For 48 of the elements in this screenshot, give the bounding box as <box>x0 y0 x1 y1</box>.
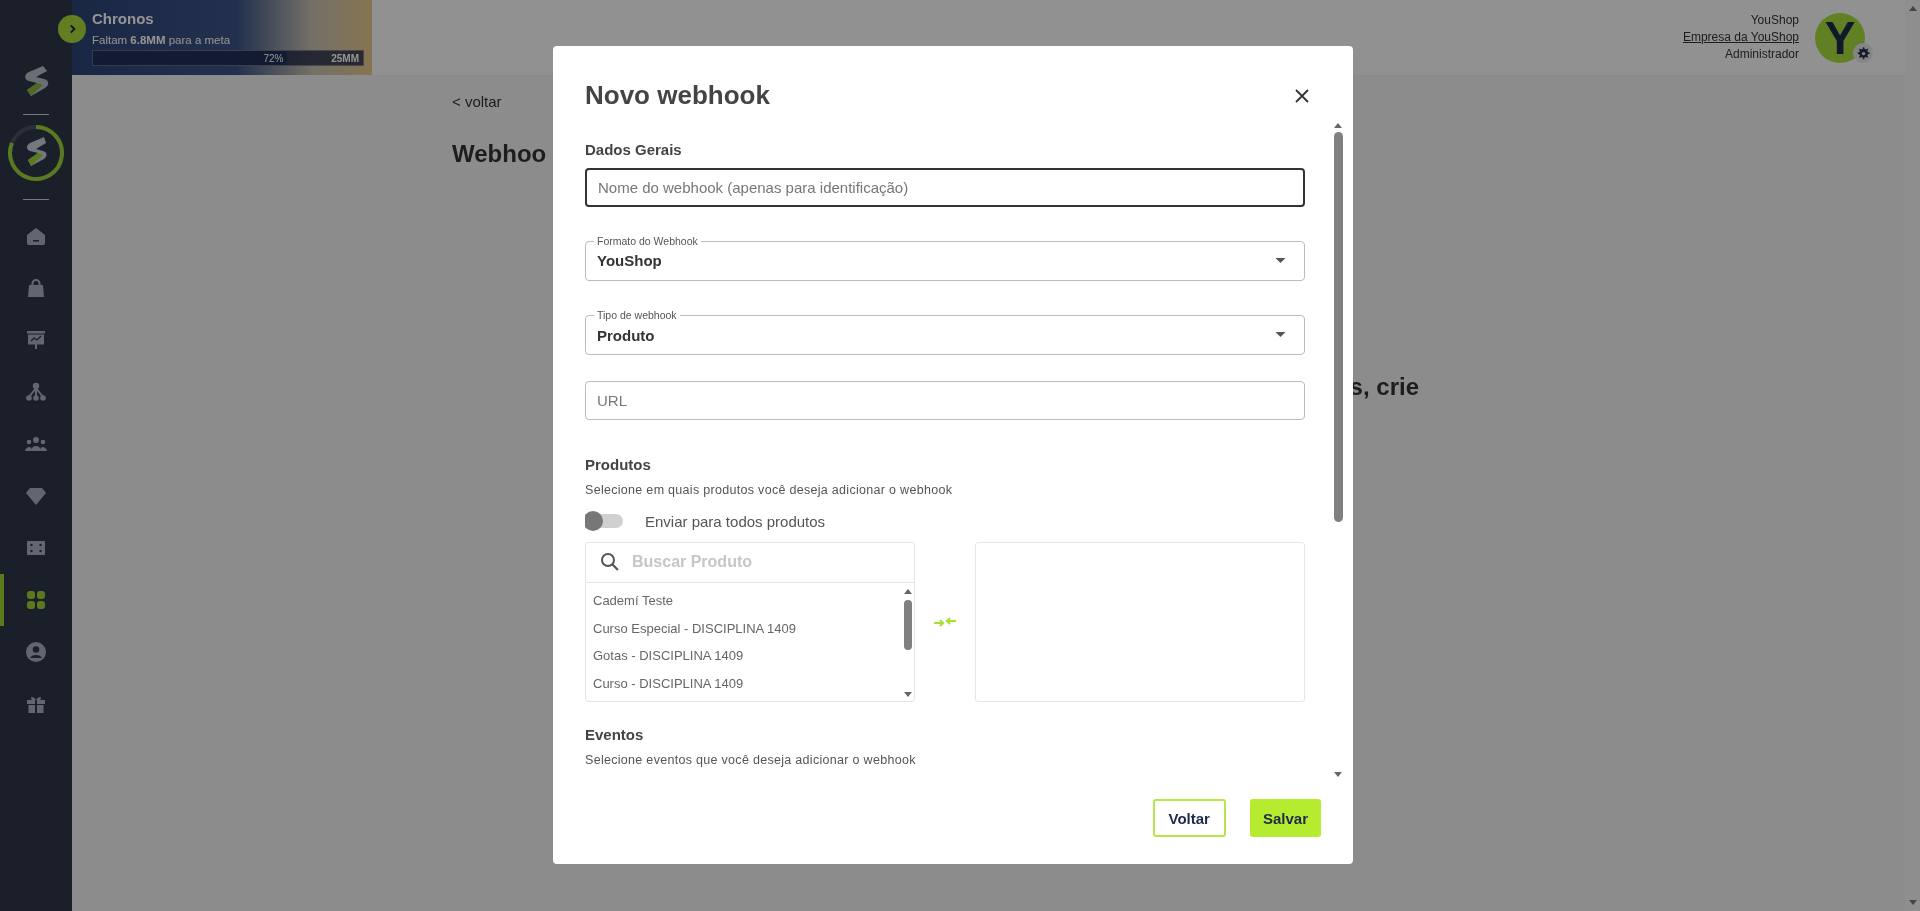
back-button[interactable]: Voltar <box>1152 799 1226 837</box>
toggle-switch[interactable] <box>585 514 623 529</box>
section-heading: Eventos <box>585 726 645 743</box>
section-hint: Selecione em quais produtos você deseja adicionar o webhook <box>585 483 954 497</box>
caret-icon <box>1275 332 1286 339</box>
scroll-down-icon[interactable] <box>902 691 913 699</box>
modal-title: Novo webhook <box>585 80 770 111</box>
toggle-label: Enviar para todos produtos <box>645 513 826 530</box>
apps-grid-icon <box>24 588 48 612</box>
section-hint: Selecione eventos que você deseja adicionar o webhook <box>585 753 917 767</box>
goal-percent: 72% <box>263 52 284 64</box>
modal-scrollbar[interactable] <box>1331 121 1345 779</box>
section-heading: Dados Gerais <box>585 141 683 158</box>
text-field[interactable]: Nome do webhook (apenas para identificação) <box>585 168 1305 207</box>
user-circle-icon <box>24 640 48 664</box>
field-label: Formato do Webhook <box>594 234 701 247</box>
product-item[interactable]: Curso - DISCIPLINA 1409 <box>586 669 901 697</box>
goal-title: Chronos <box>92 10 155 27</box>
page-title: Webhoo <box>452 140 547 168</box>
logo-progress-icon <box>6 123 66 183</box>
close-icon <box>1294 87 1310 104</box>
scroll-down-icon[interactable] <box>1907 899 1918 907</box>
scroll-up-icon[interactable] <box>902 587 913 595</box>
settings-icon[interactable] <box>1853 42 1873 63</box>
scroll-up-icon[interactable] <box>1333 121 1343 129</box>
goal-target: 25MM <box>331 52 359 64</box>
search-icon <box>600 552 620 573</box>
caret-icon <box>1275 257 1286 264</box>
back-link[interactable]: < voltar <box>452 93 502 110</box>
account-role: Administrador <box>1724 46 1799 63</box>
goal-message: Faltam 6.8MM para a meta <box>92 34 232 46</box>
select-value: Produto <box>597 326 655 344</box>
product-item[interactable]: Curso Especial - DISCIPLINA 1409 <box>586 614 901 642</box>
scroll-up-icon[interactable] <box>1907 4 1918 12</box>
scroll-down-icon[interactable] <box>1333 771 1343 779</box>
network-icon <box>24 380 48 404</box>
select-value: YouShop <box>597 252 662 270</box>
field-label: Tipo de webhook <box>594 309 680 322</box>
product-item[interactable]: Cademí Teste <box>586 587 901 615</box>
save-button[interactable]: Salvar <box>1249 799 1321 837</box>
text-field[interactable]: URL <box>585 381 1305 420</box>
product-item[interactable]: Gotas - DISCIPLINA 1409 <box>586 642 901 670</box>
account-name: YouShop <box>1750 12 1799 29</box>
company-link[interactable]: Empresa da YouShop <box>1682 29 1799 46</box>
avatar[interactable]: Y <box>1815 12 1865 63</box>
expand-button[interactable] <box>58 15 86 43</box>
section-heading: Produtos <box>585 456 652 473</box>
presentation-icon <box>24 328 48 352</box>
